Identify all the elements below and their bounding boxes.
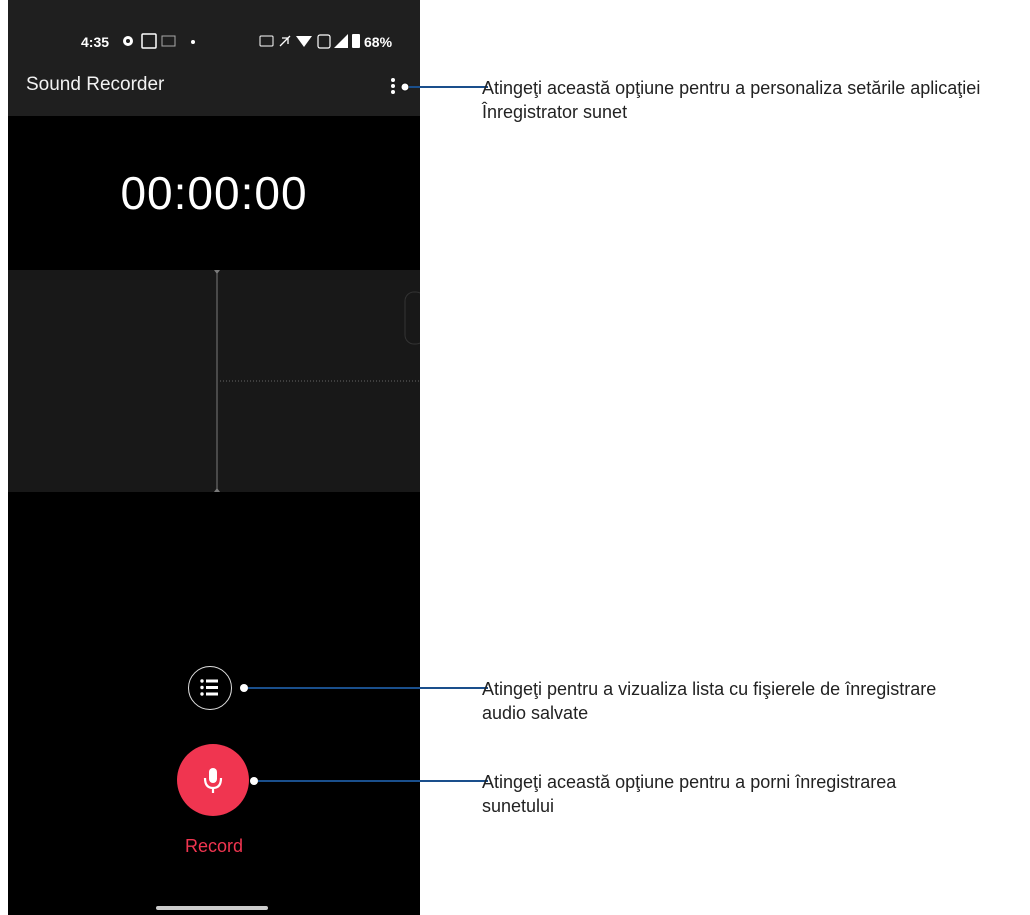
callout-line-list (240, 684, 488, 692)
callout-line-settings (400, 82, 488, 92)
callout-list-text: Atingeţi pentru a vizualiza lista cu fiş… (482, 679, 937, 723)
callout-line-record (250, 777, 488, 785)
callout-record-text: Atingeţi această opţiune pentru a porni … (482, 772, 897, 816)
callout-settings-text: Atingeţi această opţiune pentru a person… (482, 78, 981, 122)
